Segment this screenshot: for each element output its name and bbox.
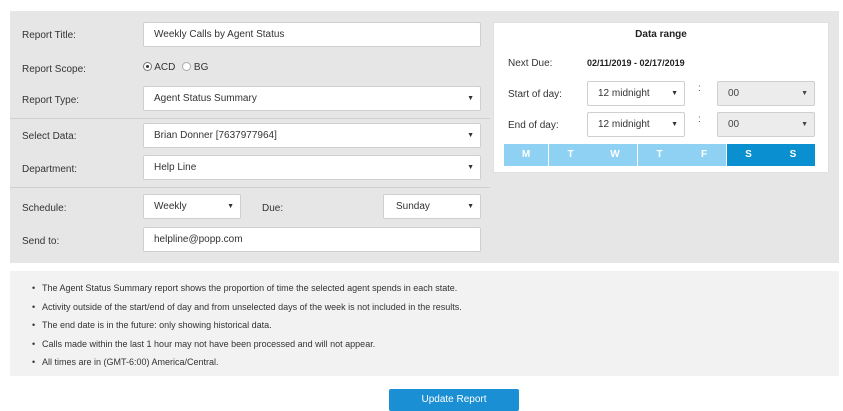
- scope-bg-label: BG: [193, 62, 209, 73]
- report-title-input[interactable]: Weekly Calls by Agent Status: [143, 22, 481, 47]
- schedule-select[interactable]: Weekly ▼: [143, 194, 241, 219]
- scope-bg-radio[interactable]: [182, 62, 192, 71]
- day-toggle-5[interactable]: S: [726, 144, 771, 166]
- day-toggle-4[interactable]: F: [682, 144, 726, 166]
- report-type-label: Report Type:: [22, 95, 80, 106]
- end-minute-select[interactable]: 00 ▼: [717, 112, 815, 137]
- day-toggle-6[interactable]: S: [771, 144, 815, 166]
- select-data-label: Select Data:: [22, 131, 77, 142]
- chevron-down-icon: ▼: [671, 90, 678, 97]
- report-scope-label: Report Scope:: [22, 64, 86, 75]
- data-range-box: Data range Next Due: 02/11/2019 - 02/17/…: [493, 22, 829, 173]
- start-of-day-select[interactable]: 12 midnight ▼: [587, 81, 685, 106]
- report-type-value: Agent Status Summary: [154, 93, 257, 104]
- start-minute-select[interactable]: 00 ▼: [717, 81, 815, 106]
- note-item: The end date is in the future: only show…: [32, 316, 462, 335]
- update-report-button[interactable]: Update Report: [389, 389, 519, 411]
- send-to-label: Send to:: [22, 236, 60, 247]
- chevron-down-icon: ▼: [801, 121, 808, 128]
- note-item: Calls made within the last 1 hour may no…: [32, 335, 462, 354]
- scope-acd-radio[interactable]: [143, 62, 152, 71]
- schedule-value: Weekly: [154, 201, 187, 212]
- chevron-down-icon: ▼: [467, 203, 474, 210]
- end-of-day-label: End of day:: [508, 120, 559, 131]
- report-title-label: Report Title:: [22, 30, 76, 41]
- divider: [10, 187, 490, 188]
- report-type-select[interactable]: Agent Status Summary ▼: [143, 86, 481, 111]
- end-of-day-value: 12 midnight: [598, 119, 650, 130]
- next-due-label: Next Due:: [508, 58, 553, 69]
- department-select[interactable]: Help Line ▼: [143, 155, 481, 180]
- chevron-down-icon: ▼: [671, 121, 678, 128]
- chevron-down-icon: ▼: [467, 164, 474, 171]
- end-of-day-select[interactable]: 12 midnight ▼: [587, 112, 685, 137]
- report-notes: The Agent Status Summary report shows th…: [10, 271, 839, 376]
- data-range-title: Data range: [635, 29, 687, 40]
- start-of-day-label: Start of day:: [508, 89, 562, 100]
- chevron-down-icon: ▼: [801, 90, 808, 97]
- report-scope-options: ACD BG: [143, 62, 208, 73]
- scope-acd-label: ACD: [154, 62, 176, 73]
- divider: [10, 118, 490, 119]
- chevron-down-icon: ▼: [467, 95, 474, 102]
- notes-list: The Agent Status Summary report shows th…: [32, 279, 462, 372]
- note-item: Activity outside of the start/end of day…: [32, 298, 462, 317]
- chevron-down-icon: ▼: [467, 132, 474, 139]
- schedule-label: Schedule:: [22, 203, 67, 214]
- note-item: All times are in (GMT-6:00) America/Cent…: [32, 353, 462, 372]
- time-colon: :: [698, 114, 701, 125]
- end-minute-value: 00: [728, 119, 740, 130]
- day-toggle-0[interactable]: M: [504, 144, 548, 166]
- start-of-day-value: 12 midnight: [598, 88, 650, 99]
- start-minute-value: 00: [728, 88, 740, 99]
- day-toggle-2[interactable]: W: [593, 144, 637, 166]
- note-item: The Agent Status Summary report shows th…: [32, 279, 462, 298]
- select-data-value: Brian Donner [7637977964]: [154, 130, 277, 141]
- day-toggle-1[interactable]: T: [548, 144, 593, 166]
- department-label: Department:: [22, 164, 78, 175]
- due-label: Due:: [262, 203, 284, 214]
- chevron-down-icon: ▼: [227, 203, 234, 210]
- due-value: Sunday: [396, 201, 430, 212]
- next-due-value: 02/11/2019 - 02/17/2019: [587, 58, 685, 68]
- department-value: Help Line: [154, 162, 197, 173]
- due-select[interactable]: Sunday ▼: [383, 194, 481, 219]
- select-data-select[interactable]: Brian Donner [7637977964] ▼: [143, 123, 481, 148]
- day-toggle-3[interactable]: T: [637, 144, 682, 166]
- time-colon: :: [698, 83, 701, 94]
- send-to-input[interactable]: helpline@popp.com: [143, 227, 481, 252]
- weekday-selector: MTWTFSS: [504, 144, 816, 166]
